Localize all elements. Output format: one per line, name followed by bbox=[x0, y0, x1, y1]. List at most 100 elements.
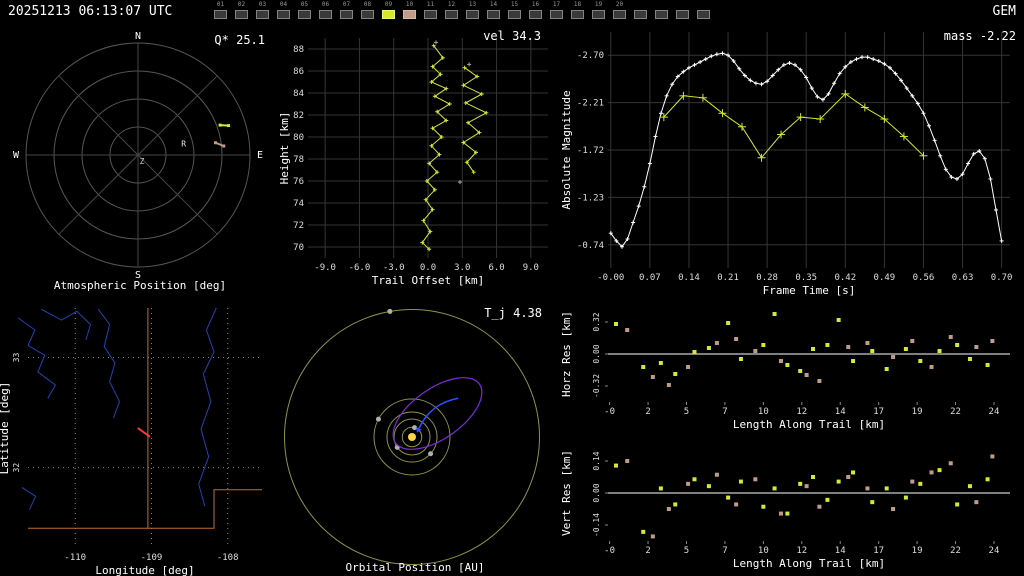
svg-text:6.0: 6.0 bbox=[488, 263, 504, 273]
frame-number-label: 05 bbox=[300, 1, 309, 8]
frame-number-label: 14 bbox=[489, 1, 498, 8]
frame-number-label: 19 bbox=[594, 1, 603, 8]
svg-trail-ylabel: Height [km] bbox=[280, 112, 291, 185]
polar-grid bbox=[25, 42, 251, 268]
svg-text:82: 82 bbox=[293, 111, 304, 121]
svg-vert-plot: -0 2 5 7 10 12 14 17 19 22 24 0.14 0.00 -0.14 bbox=[592, 451, 1010, 556]
vertical-residuals-panel: -0 2 5 7 10 12 14 17 19 22 24 0.14 0.00 -0.14 Length A… bbox=[560, 437, 1024, 576]
frame-box-15[interactable] bbox=[508, 10, 521, 19]
frame-box-02[interactable] bbox=[235, 10, 248, 19]
frame-box-14[interactable] bbox=[487, 10, 500, 19]
svg-text:7: 7 bbox=[722, 407, 727, 417]
frame-cell-06: 06 bbox=[315, 1, 336, 21]
frame-box-07[interactable] bbox=[340, 10, 353, 19]
svg-text:17: 17 bbox=[873, 407, 884, 417]
svg-text:-109: -109 bbox=[141, 553, 163, 563]
frame-cell-13: 13 bbox=[462, 1, 483, 21]
frame-number-label: 08 bbox=[363, 1, 372, 8]
frame-cell-12: 12 bbox=[441, 1, 462, 21]
frame-number-label: 18 bbox=[573, 1, 582, 8]
frame-cell-14: 14 bbox=[483, 1, 504, 21]
light-curve-panel: -0.00 0.07 0.14 0.21 0.28 0.35 0.42 0.49 0.56 0.6… bbox=[560, 22, 1024, 298]
frame-cell-05: 05 bbox=[294, 1, 315, 21]
frame-number-label: 02 bbox=[237, 1, 246, 8]
map-plot: -110 -109 -108 33 32 bbox=[12, 307, 262, 563]
planet-dot-2 bbox=[428, 451, 434, 457]
svg-horz-ylabel: Horz Res [km] bbox=[560, 311, 573, 397]
frame-box-n23[interactable] bbox=[697, 10, 710, 19]
svg-text:-2.70: -2.70 bbox=[577, 51, 604, 61]
svg-text:74: 74 bbox=[293, 199, 304, 209]
svg-text:0.32: 0.32 bbox=[592, 312, 601, 331]
frame-number-label: 11 bbox=[426, 1, 435, 8]
shower-code: GEM bbox=[992, 4, 1016, 19]
svg-text:0.56: 0.56 bbox=[913, 273, 935, 283]
frame-number-label: 17 bbox=[552, 1, 561, 8]
frame-number-label bbox=[672, 1, 693, 9]
polar-axis-label: Atmospheric Position [deg] bbox=[53, 279, 227, 292]
svg-light-series-second-station bbox=[659, 89, 928, 162]
svg-text:0.35: 0.35 bbox=[795, 273, 817, 283]
river-3 bbox=[198, 307, 217, 507]
frame-box-11[interactable] bbox=[424, 10, 437, 19]
svg-text:24: 24 bbox=[989, 407, 1000, 417]
svg-text:0.00: 0.00 bbox=[592, 483, 601, 502]
polar-trail-tan bbox=[213, 141, 226, 148]
frame-box-13[interactable] bbox=[466, 10, 479, 19]
svg-horz-xlabel: Length Along Trail [km] bbox=[733, 418, 885, 431]
frame-box-n22[interactable] bbox=[676, 10, 689, 19]
frame-number-label: 03 bbox=[258, 1, 267, 8]
map-ylabel: Latitude [deg] bbox=[0, 382, 11, 475]
svg-text:22: 22 bbox=[950, 407, 961, 417]
zenith-label: Z bbox=[140, 157, 145, 166]
radiant-marker: R bbox=[181, 140, 186, 149]
svg-text:-2.21: -2.21 bbox=[577, 99, 604, 109]
frame-cell-n22 bbox=[672, 1, 693, 21]
frame-box-20[interactable] bbox=[613, 10, 626, 19]
frame-number-label: 20 bbox=[615, 1, 624, 8]
svg-text:-3.0: -3.0 bbox=[383, 263, 405, 273]
frame-box-03[interactable] bbox=[256, 10, 269, 19]
frame-box-19[interactable] bbox=[592, 10, 605, 19]
svg-text:0.42: 0.42 bbox=[834, 273, 856, 283]
svg-text:-1.72: -1.72 bbox=[577, 146, 604, 156]
svg-text:-6.0: -6.0 bbox=[349, 263, 371, 273]
planet-dot-3 bbox=[375, 416, 381, 422]
polar-trail-green bbox=[218, 123, 231, 128]
frame-box-08[interactable] bbox=[361, 10, 374, 19]
frame-box-06[interactable] bbox=[319, 10, 332, 19]
svg-text:0.63: 0.63 bbox=[952, 273, 974, 283]
tisserand-value-label: T_j 4.38 bbox=[484, 306, 542, 320]
frame-box-17[interactable] bbox=[550, 10, 563, 19]
svg-vert-series-station-2 bbox=[625, 454, 995, 539]
frame-cell-n21 bbox=[651, 1, 672, 21]
svg-text:12: 12 bbox=[796, 407, 807, 417]
frame-box-n21[interactable] bbox=[655, 10, 668, 19]
svg-horz-plot: -0 2 5 7 10 12 14 17 19 22 24 0.32 0.00 -0.32 bbox=[592, 312, 1010, 417]
frame-box-n20[interactable] bbox=[634, 10, 647, 19]
svg-text:9.0: 9.0 bbox=[523, 263, 539, 273]
frame-cell-n23 bbox=[693, 1, 714, 21]
frame-number-label: 15 bbox=[510, 1, 519, 8]
frame-box-12[interactable] bbox=[445, 10, 458, 19]
svg-trail-plot: -9.0 -6.0 -3.0 0.0 3.0 6.0 9.0 70 72 74 76 78 80 82 84… bbox=[293, 38, 548, 273]
svg-text:12: 12 bbox=[796, 546, 807, 556]
vertical-residuals-chart: -0 2 5 7 10 12 14 17 19 22 24 0.14 0.00 -0.14 Length A… bbox=[560, 450, 1010, 570]
frame-number-label: 01 bbox=[216, 1, 225, 8]
frame-cell-10: 10 bbox=[399, 1, 420, 21]
frame-box-05[interactable] bbox=[298, 10, 311, 19]
svg-text:72: 72 bbox=[293, 221, 304, 231]
frame-cell-07: 07 bbox=[336, 1, 357, 21]
svg-light-plot: -0.00 0.07 0.14 0.21 0.28 0.35 0.42 0.49 0.56 0.6… bbox=[577, 32, 1012, 283]
frame-box-10[interactable] bbox=[403, 10, 416, 19]
frame-box-04[interactable] bbox=[277, 10, 290, 19]
svg-vert-ylabel: Vert Res [km] bbox=[560, 450, 573, 536]
svg-text:14: 14 bbox=[835, 546, 846, 556]
state-border-1 bbox=[28, 489, 262, 529]
svg-text:-0.00: -0.00 bbox=[597, 273, 624, 283]
frame-box-01[interactable] bbox=[214, 10, 227, 19]
orbital-axis-label: Orbital Position [AU] bbox=[345, 561, 485, 574]
frame-box-16[interactable] bbox=[529, 10, 542, 19]
frame-box-18[interactable] bbox=[571, 10, 584, 19]
frame-box-09[interactable] bbox=[382, 10, 395, 19]
